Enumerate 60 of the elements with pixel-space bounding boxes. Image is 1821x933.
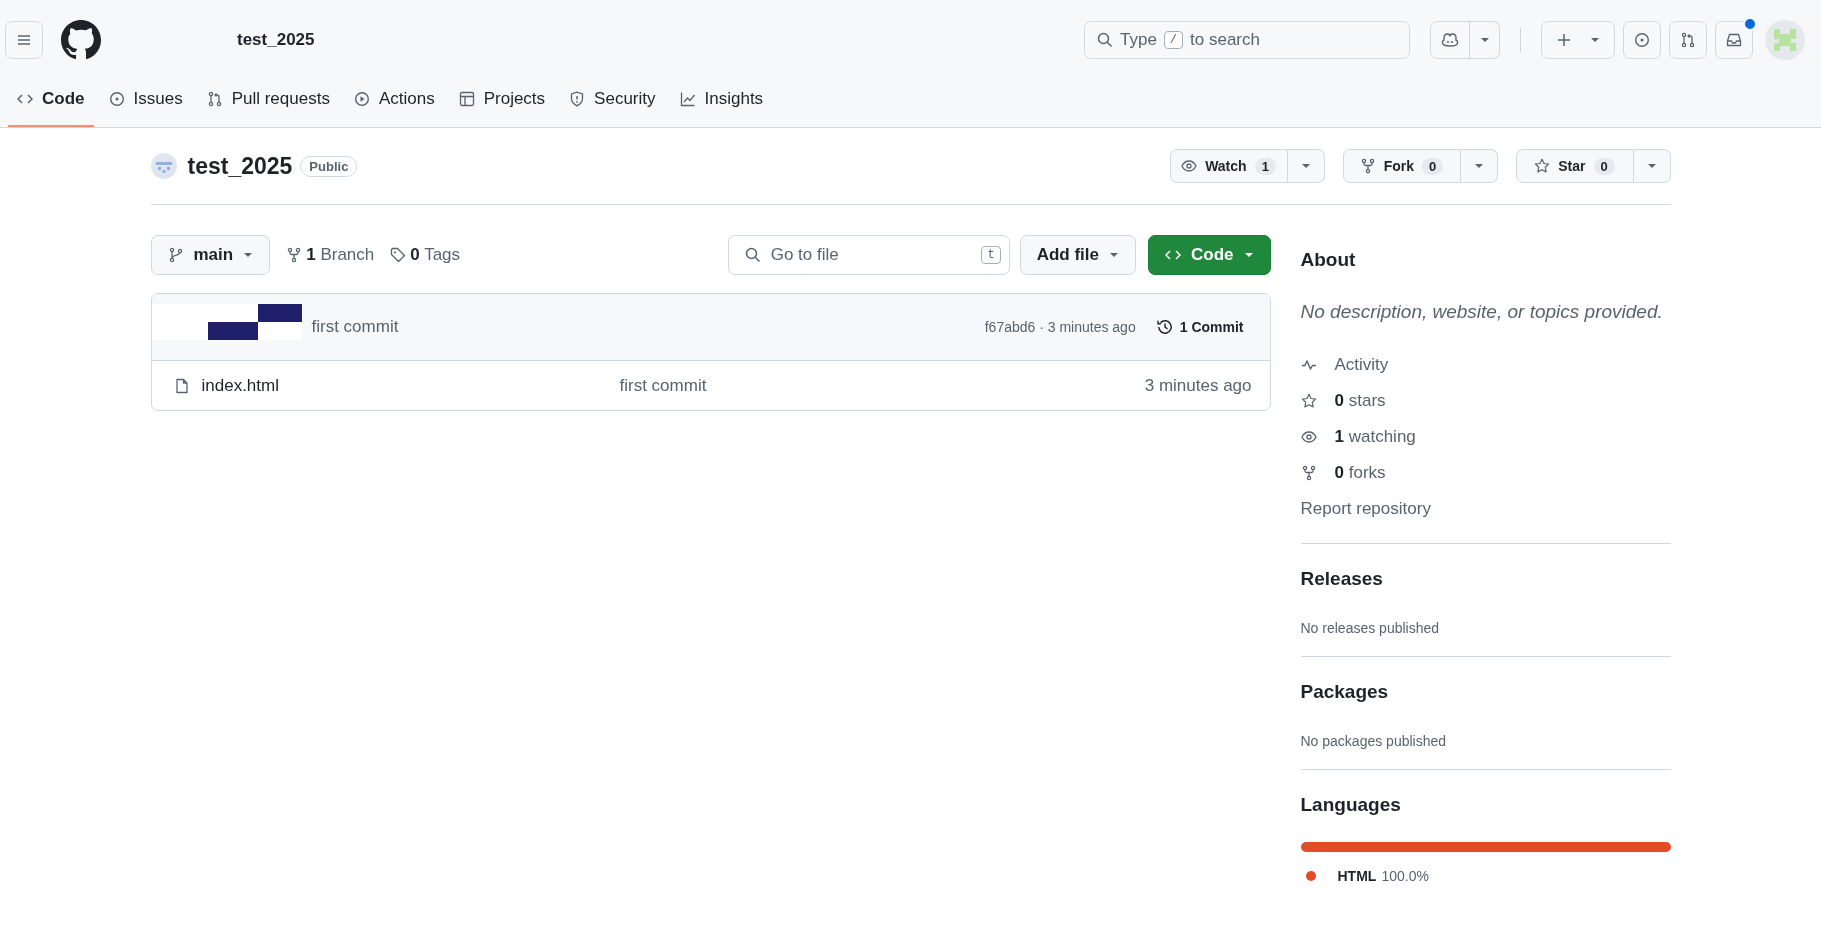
repo-name: test_2025 xyxy=(187,152,293,180)
packages-note: No packages published xyxy=(1300,733,1448,749)
shortcut-key: / xyxy=(1163,31,1184,49)
report-repository-link[interactable]: Report repository xyxy=(1300,491,1671,527)
go-to-file-placeholder: Go to file xyxy=(770,245,839,265)
add-file-label: Add file xyxy=(1036,245,1099,265)
branch-name: main xyxy=(193,245,234,265)
commits-link[interactable]: 1 Commit xyxy=(1155,318,1244,336)
code-label: Code xyxy=(1191,245,1234,265)
code-button[interactable]: Code xyxy=(1148,235,1271,275)
counter: 1 xyxy=(1254,157,1276,175)
repo-action-button[interactable]: Watch 1 xyxy=(1169,149,1288,183)
releases-note: No releases published xyxy=(1300,620,1441,636)
languages-heading: Languages xyxy=(1300,794,1402,816)
repo-action-button[interactable]: Star 0 xyxy=(1515,149,1634,183)
action-label: Watch xyxy=(1205,158,1247,174)
tags-count: 0 Tags xyxy=(410,245,461,265)
about-stat-link[interactable]: 0 forks xyxy=(1300,455,1671,491)
commit-message[interactable]: first commit xyxy=(311,317,399,337)
language-name[interactable]: HTML xyxy=(1337,868,1377,884)
file-time: 3 minutes ago xyxy=(1144,375,1252,396)
counter: 0 xyxy=(1422,157,1444,175)
nav-tab[interactable]: Projects xyxy=(449,73,555,127)
nav-tab[interactable]: Issues xyxy=(99,73,192,127)
packages-heading: Packages xyxy=(1300,681,1390,703)
language-percent: 100.0% xyxy=(1381,868,1429,884)
action-label: Fork xyxy=(1383,158,1415,174)
branches-count: 1 Branch xyxy=(306,245,375,265)
branch-select-button[interactable]: main xyxy=(150,235,271,275)
search-placeholder: to search xyxy=(1190,30,1260,50)
about-stat-link[interactable]: 0 stars xyxy=(1300,383,1671,419)
about-heading: About xyxy=(1300,249,1357,271)
stat-label: 0 forks xyxy=(1334,463,1386,483)
add-file-button[interactable]: Add file xyxy=(1019,235,1136,275)
stat-label: 1 watching xyxy=(1334,427,1416,447)
about-stat-link[interactable]: Activity xyxy=(1300,347,1671,383)
go-to-file-field[interactable]: Go to file t xyxy=(727,235,1010,275)
commit-hash-time[interactable]: f67abd6 · 3 minutes ago xyxy=(984,319,1136,335)
file-commit-link[interactable]: first commit xyxy=(619,375,707,396)
tags-link[interactable]: 0 Tags xyxy=(390,245,461,265)
stat-label: Activity xyxy=(1334,355,1389,375)
nav-tab[interactable]: Security xyxy=(560,73,665,127)
about-description: No description, website, or topics provided. xyxy=(1300,301,1664,323)
nav-tab[interactable]: Actions xyxy=(344,73,444,127)
repo-title-link[interactable]: test_2025 xyxy=(237,30,315,50)
search-placeholder: Type xyxy=(1120,30,1157,50)
nav-tab[interactable]: Pull requests xyxy=(197,73,339,127)
nav-tab[interactable]: Code xyxy=(8,73,94,127)
counter: 0 xyxy=(1593,157,1615,175)
stat-label: 0 stars xyxy=(1334,391,1386,411)
branches-link[interactable]: 1 Branch xyxy=(286,245,375,265)
releases-heading: Releases xyxy=(1300,568,1384,590)
shortcut-key: t xyxy=(981,246,1001,264)
about-stat-link[interactable]: 1 watching xyxy=(1300,419,1671,455)
action-label: Star xyxy=(1558,158,1586,174)
commits-count: 1 Commit xyxy=(1179,319,1244,335)
search-field[interactable]: Type / to search xyxy=(1084,21,1410,59)
repo-action-button[interactable]: Fork 0 xyxy=(1342,149,1461,183)
nav-tab[interactable]: Insights xyxy=(670,73,773,127)
file-name-link[interactable]: index.html xyxy=(201,375,620,396)
